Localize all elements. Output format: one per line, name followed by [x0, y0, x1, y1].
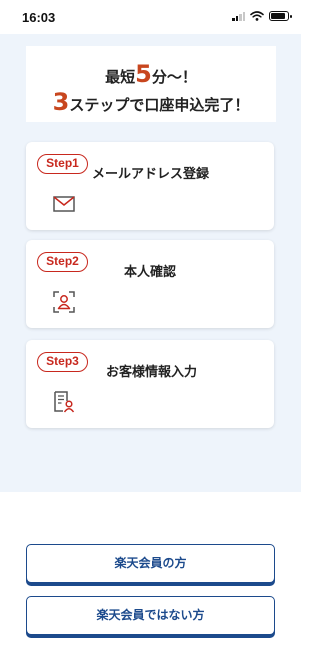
step-badge: Step2 — [37, 252, 88, 272]
hero-suffix: 分〜！ — [151, 68, 197, 86]
mail-icon — [53, 196, 75, 212]
step-card-1: Step1 メールアドレス登録 — [26, 142, 274, 230]
step-badge: Step1 — [37, 154, 88, 174]
step-title: メールアドレス登録 — [92, 167, 210, 182]
person-scan-icon — [53, 291, 75, 313]
step-card-2: Step2 本人確認 — [26, 240, 274, 328]
step-badge: Step3 — [37, 352, 88, 372]
status-icons — [232, 11, 292, 21]
battery-icon — [269, 11, 292, 21]
hero-minutes: 5 — [135, 60, 152, 88]
hero-prefix: 最短 — [105, 68, 136, 86]
status-time: 16:03 — [22, 10, 56, 25]
hero-headline: 最短5分〜！ — [26, 60, 276, 88]
step-title: 本人確認 — [124, 265, 177, 280]
status-bar: 16:03 — [0, 0, 301, 34]
rakuten-member-button[interactable]: 楽天会員の方 — [26, 544, 275, 583]
step-title: お客様情報入力 — [106, 365, 198, 380]
hero-subheadline: 3ステップで口座申込完了！ — [26, 88, 276, 116]
step-card-3: Step3 お客様情報入力 — [26, 340, 274, 428]
hero-steps-count: 3 — [52, 88, 70, 116]
wifi-icon — [250, 11, 264, 21]
document-person-icon — [54, 391, 75, 413]
hero-card: 最短5分〜！ 3ステップで口座申込完了！ — [26, 46, 276, 122]
hero-steps-text: ステップで口座申込完了！ — [69, 96, 250, 114]
signal-icon — [232, 11, 245, 21]
non-member-button[interactable]: 楽天会員ではない方 — [26, 596, 275, 635]
